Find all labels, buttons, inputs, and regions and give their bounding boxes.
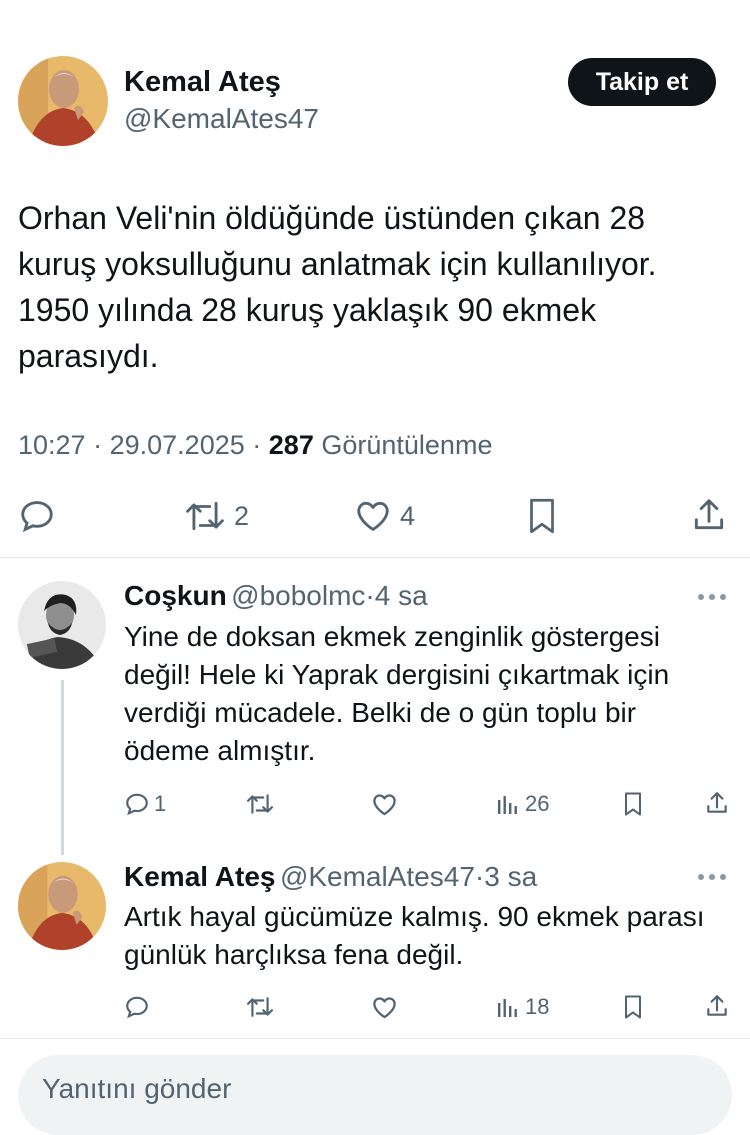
retweet-icon — [246, 794, 273, 814]
views-count: 287 — [268, 430, 314, 460]
divider — [0, 1038, 750, 1039]
views-count: 26 — [525, 791, 550, 816]
reply-age[interactable]: 3 sa — [484, 861, 537, 892]
reply-text: Yine de doksan ekmek zenginlik gösterges… — [124, 621, 670, 766]
reply-age[interactable]: 4 sa — [375, 580, 428, 611]
reply-icon — [126, 996, 148, 1019]
share-button[interactable] — [690, 496, 728, 534]
bookmark-icon — [625, 995, 641, 1019]
separator: · — [365, 580, 375, 611]
follow-button[interactable]: Takip et — [568, 58, 716, 106]
more-options-icon[interactable] — [698, 872, 732, 882]
bookmark-button[interactable] — [621, 993, 645, 1021]
like-button[interactable] — [371, 994, 406, 1021]
reply-author-handle[interactable]: @KemalAtes47 — [280, 861, 475, 892]
more-options-icon[interactable] — [698, 592, 732, 602]
views-button[interactable]: 26 — [497, 791, 549, 817]
avatar[interactable] — [18, 862, 106, 950]
reply-icon — [21, 501, 53, 533]
separator: · — [474, 861, 485, 892]
retweet-icon — [186, 501, 224, 531]
like-button[interactable]: 4 — [354, 497, 415, 535]
avatar[interactable] — [18, 56, 108, 146]
thread-line — [61, 680, 64, 855]
tweet-meta: 10:27 · 29.07.2025 · 287 Görüntülenme — [18, 430, 492, 461]
retweet-button[interactable]: 2 — [184, 497, 249, 535]
bookmark-icon — [625, 792, 641, 816]
reply-count: 1 — [154, 791, 167, 816]
share-icon — [707, 995, 727, 1016]
bookmark-button[interactable] — [524, 496, 560, 536]
heart-icon — [373, 794, 396, 816]
bookmark-icon — [530, 498, 554, 534]
retweet-icon — [246, 997, 273, 1017]
separator: · — [252, 430, 262, 460]
share-button[interactable] — [704, 790, 730, 816]
reply-button[interactable] — [18, 497, 64, 535]
share-button[interactable] — [704, 993, 730, 1019]
author-name[interactable]: Kemal Ateş — [124, 66, 281, 99]
views-chart-icon — [498, 999, 517, 1017]
avatar[interactable] — [18, 581, 106, 669]
author-handle[interactable]: @KemalAtes47 — [124, 103, 319, 135]
retweet-button[interactable] — [245, 994, 283, 1020]
reply-author-name[interactable]: Coşkun — [124, 580, 227, 611]
views-label: Görüntülenme — [321, 430, 493, 460]
retweet-button[interactable] — [245, 791, 283, 817]
tweet-time[interactable]: 10:27 — [18, 430, 86, 460]
retweet-count: 2 — [234, 500, 250, 531]
views-chart-icon — [498, 796, 517, 814]
views-count: 18 — [525, 994, 550, 1019]
back-arrow-icon[interactable] — [28, 0, 38, 4]
reply-text: Artık hayal gücümüze kalmış. 90 ekmek pa… — [124, 901, 705, 970]
reply-author-name[interactable]: Kemal Ateş — [124, 861, 275, 892]
share-icon — [707, 792, 727, 813]
like-button[interactable] — [371, 791, 406, 818]
tweet-text: Orhan Veli'nin öldüğünde üstünden çıkan … — [18, 200, 657, 374]
reply-header: Kemal Ateş @KemalAtes47·3 sa — [124, 861, 537, 893]
reply-button[interactable]: 1 — [124, 791, 166, 817]
tweet-date[interactable]: 29.07.2025 — [110, 430, 245, 460]
reply-author-handle[interactable]: @bobolmc — [231, 580, 365, 611]
reply-header: Coşkun @bobolmc·4 sa — [124, 580, 428, 612]
separator: · — [93, 430, 103, 460]
views-button[interactable]: 18 — [497, 994, 549, 1020]
share-icon — [694, 499, 724, 530]
reply-input-placeholder: Yanıtını gönder — [42, 1073, 232, 1104]
heart-icon — [373, 997, 396, 1019]
bookmark-button[interactable] — [621, 790, 645, 818]
reply-input[interactable]: Yanıtını gönder — [18, 1055, 732, 1135]
reply-icon — [126, 793, 148, 816]
reply-button[interactable] — [124, 994, 154, 1020]
divider — [0, 557, 750, 558]
heart-icon — [357, 501, 389, 531]
like-count: 4 — [400, 500, 416, 531]
